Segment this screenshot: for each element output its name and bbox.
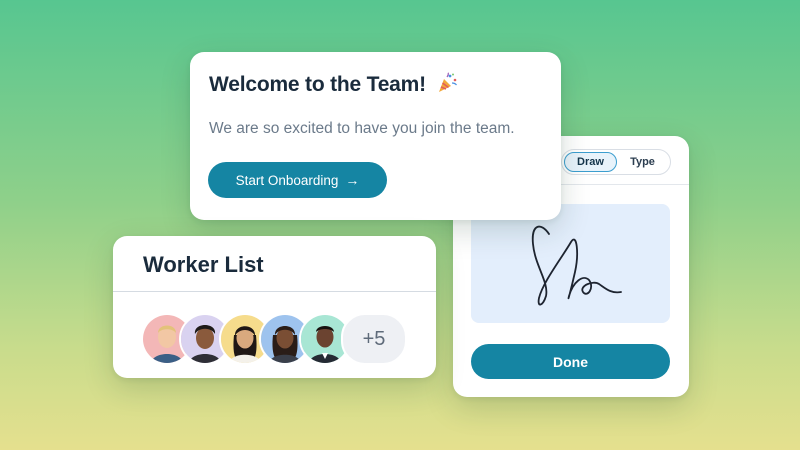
arrow-right-icon: → [345,172,360,188]
welcome-message: We are so excited to have you join the t… [209,120,515,137]
tab-draw[interactable]: Draw [564,152,617,172]
tab-type[interactable]: Type [617,152,668,172]
signature-pad[interactable] [471,204,670,323]
worker-list-divider [113,291,436,292]
welcome-heading: Welcome to the Team! [209,72,458,100]
done-button[interactable]: Done [471,344,670,379]
signature-mode-toggle: Draw Type [561,149,671,175]
more-workers-badge[interactable]: +5 [341,313,407,365]
start-onboarding-button[interactable]: Start Onboarding → [208,162,387,198]
worker-list-title: Worker List [143,252,264,277]
worker-list-card: Worker List +5 [113,236,436,378]
party-popper-icon [436,72,458,100]
avatar-stack: +5 [141,313,411,365]
welcome-card: Welcome to the Team! We are so excited t… [190,52,561,220]
signature-drawing [531,225,622,306]
welcome-title-text: Welcome to the Team! [209,73,426,96]
start-onboarding-label: Start Onboarding [235,172,339,188]
